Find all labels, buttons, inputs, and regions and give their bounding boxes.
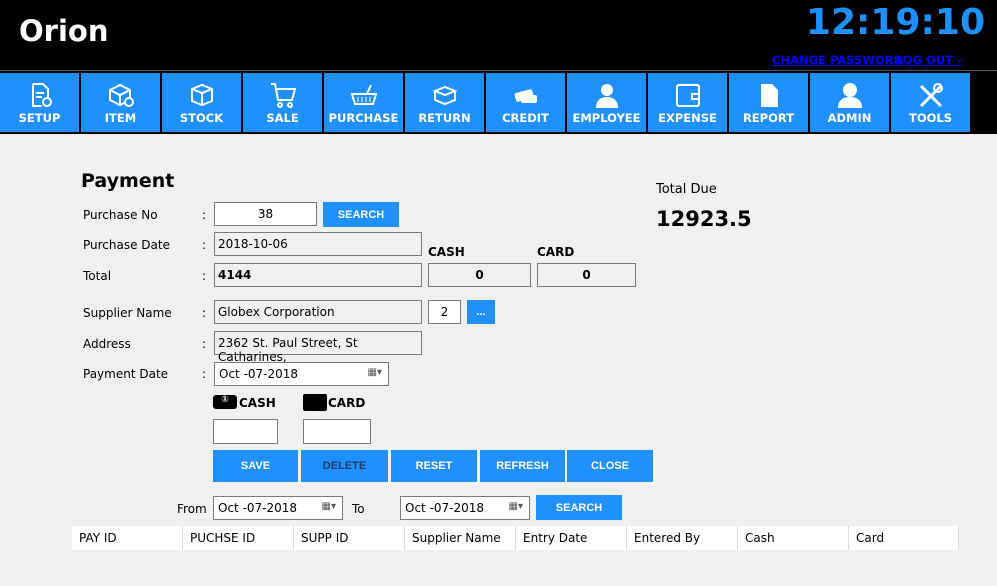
nav-label: EXPENSE [658,111,717,125]
column-header[interactable]: Card [849,526,959,550]
payment-date-picker[interactable]: Oct -07-2018 ▦▾ [214,362,389,386]
credit-card-icon [514,89,537,103]
wallet-icon [675,84,700,107]
colon: : [202,306,207,320]
page-title: Payment [81,170,175,192]
column-header[interactable]: Supplier Name [405,526,516,550]
purchase-no-input[interactable]: 38 [214,202,317,226]
clock: 12:19:10 [805,2,985,43]
column-header[interactable]: PUCHSE ID [183,526,294,550]
nav-item-button[interactable]: ITEM [81,73,160,132]
total-due-value: 12923.5 [656,207,752,231]
reset-button[interactable]: RESET [391,450,477,482]
nav-label: TOOLS [908,111,952,125]
nav-return-button[interactable]: RETURN [405,73,484,132]
app-title: Orion [19,14,109,48]
column-header[interactable]: PAY ID [72,526,183,550]
payment-date-value: Oct -07-2018 [219,367,299,381]
total-field: 4144 [214,263,422,287]
nav-tools-button[interactable]: TOOLS [891,73,970,132]
nav-label: EMPLOYEE [572,111,641,125]
calendar-dropdown-icon[interactable]: ▦▾ [368,367,382,378]
supplier-field: Globex Corporation [214,300,422,324]
nav-credit-button[interactable]: CREDIT [486,73,565,132]
supplier-id-input[interactable]: 2 [428,300,461,324]
pay-cash-input[interactable] [213,419,278,444]
nav-sale-button[interactable]: SALE [243,73,322,132]
nav-label: SETUP [18,111,61,125]
to-label: To [352,502,365,516]
browse-supplier-button[interactable]: ... [467,300,495,324]
payment-date-label: Payment Date [83,367,169,381]
nav-stock-button[interactable]: STOCK [162,73,241,132]
nav-expense-button[interactable]: EXPENSE [648,73,727,132]
purchase-search-button[interactable]: SEARCH [323,202,399,227]
filter-search-button[interactable]: SEARCH [536,495,622,520]
nav-setup-button[interactable]: SETUP [0,73,79,132]
nav-purchase-button[interactable]: PURCHASE [324,73,403,132]
cart-icon [270,83,296,108]
address-field: 2362 St. Paul Street, St Catharines, [214,331,422,364]
item-box-icon [108,83,134,107]
pay-card-input[interactable] [303,419,371,444]
delete-button[interactable]: DELETE [301,450,388,482]
nav-employee-button[interactable]: EMPLOYEE [567,73,646,132]
user-icon [837,83,862,108]
purchase-date-field: 2018-10-06 [214,232,422,256]
nav-label: PURCHASE [328,111,399,125]
column-header[interactable]: Entered By [627,526,738,550]
colon: : [202,238,207,252]
purchase-no-label: Purchase No [83,208,158,222]
setup-document-gear-icon [31,83,52,107]
pay-cash-label: CASH [239,396,276,410]
nav-label: REPORT [742,111,795,125]
total-due-label: Total Due [656,182,717,197]
purchase-date-label: Purchase Date [83,238,170,252]
calendar-dropdown-icon[interactable]: ▦▾ [322,501,336,512]
colon: : [202,208,207,222]
nav-label: STOCK [179,111,224,125]
nav-label: ITEM [104,111,137,125]
column-header[interactable]: Cash [738,526,849,550]
main-nav: SETUP ITEM STOCK SALE PURCHASE RETURN CREDIT EM… [0,70,997,134]
card-label: CARD [537,245,575,259]
basket-icon [350,84,377,105]
employee-icon [595,84,618,108]
calendar-dropdown-icon[interactable]: ▦▾ [509,501,523,512]
close-button[interactable]: CLOSE [567,450,653,482]
nav-admin-button[interactable]: ADMIN [810,73,889,132]
open-box-icon [431,85,458,106]
address-label: Address [83,337,131,351]
colon: : [202,337,207,351]
save-button[interactable]: SAVE [213,450,298,482]
credit-card-icon [303,394,327,411]
column-header[interactable]: SUPP ID [294,526,405,550]
nav-label: CREDIT [502,111,549,125]
to-date-value: Oct -07-2018 [405,501,485,515]
supplier-label: Supplier Name [83,306,172,320]
cash-label: CASH [428,245,465,259]
pay-card-label: CARD [328,396,366,410]
colon: : [202,367,207,381]
cash-total-field: 0 [428,263,531,287]
nav-label: RETURN [418,111,471,125]
stock-box-icon [190,83,213,107]
nav-report-button[interactable]: REPORT [729,73,808,132]
colon: : [202,269,207,283]
nav-label: SALE [266,111,299,125]
card-total-field: 0 [537,263,636,287]
from-label: From [177,502,207,516]
total-label: Total [83,269,112,283]
from-date-picker[interactable]: Oct -07-2018 ▦▾ [213,496,343,520]
change-password-link[interactable]: CHANGE PASSWORD [772,53,903,67]
nav-label: ADMIN [827,111,872,125]
from-date-value: Oct -07-2018 [218,501,298,515]
tools-icon [919,83,943,108]
cash-note-icon: ① [213,395,237,409]
payments-table-header: PAY ID PUCHSE ID SUPP ID Supplier Name Entry… [72,526,959,550]
to-date-picker[interactable]: Oct -07-2018 ▦▾ [400,496,530,520]
document-icon [760,84,778,107]
column-header[interactable]: Entry Date [516,526,627,550]
refresh-button[interactable]: REFRESH [480,450,565,482]
